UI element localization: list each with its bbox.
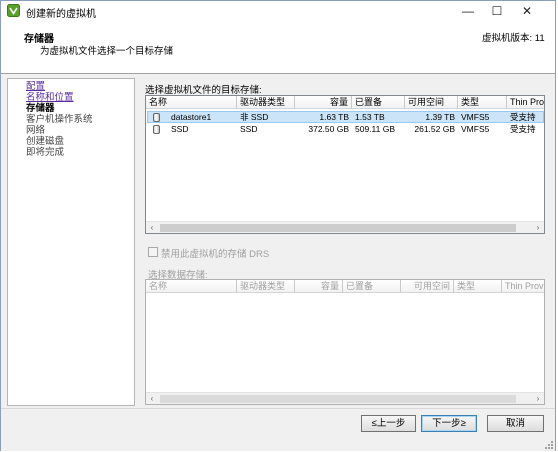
- scroll-left-icon[interactable]: ‹: [146, 222, 158, 233]
- cell-drive-type: 非 SSD: [240, 112, 269, 122]
- vm-version-label: 虚拟机版本: 11: [482, 33, 545, 44]
- vsphere-app-icon: [7, 4, 20, 17]
- datastore-table-hscrollbar[interactable]: ‹ ›: [146, 392, 544, 404]
- cell-type: VMFS5: [461, 124, 490, 134]
- close-icon[interactable]: ✕: [514, 3, 540, 19]
- maximize-icon[interactable]: ☐: [484, 3, 510, 19]
- cell-provisioned: 1.53 TB: [355, 112, 385, 122]
- window-title: 创建新的虚拟机: [26, 9, 96, 20]
- page-subtitle: 为虚拟机文件选择一个目标存储: [40, 46, 174, 57]
- cell-name[interactable]: SSD: [168, 123, 237, 135]
- cell-name: datastore1: [171, 112, 212, 122]
- scroll-right-icon[interactable]: ›: [532, 393, 544, 404]
- col-header-drive-type: 驱动器类型: [237, 280, 295, 293]
- scroll-left-icon[interactable]: ‹: [146, 393, 158, 404]
- storage-table: 名称 驱动器类型 容量 已置备 可用空间 类型 Thin Provi datas…: [145, 95, 545, 234]
- nav-step-create-disk: 创建磁盘: [26, 136, 65, 147]
- col-header-provisioned[interactable]: 已置备: [352, 96, 405, 109]
- datastore-icon: [153, 113, 160, 122]
- disable-drs-label: 禁用此虚拟机的存储 DRS: [161, 249, 270, 260]
- cancel-button[interactable]: 取消: [487, 415, 544, 432]
- storage-section-label: 选择虚拟机文件的目标存储:: [145, 85, 262, 96]
- nav-step-network: 网络: [26, 125, 46, 136]
- nav-step-configuration[interactable]: 配置: [26, 81, 45, 92]
- back-button[interactable]: ≤上一步: [361, 415, 416, 432]
- col-header-name: 名称: [146, 280, 237, 293]
- datastore-select-table: 名称 驱动器类型 容量 已置备 可用空间 类型 Thin Provi ‹ ›: [145, 279, 545, 405]
- col-header-capacity[interactable]: 容量: [295, 96, 352, 109]
- col-header-free-space[interactable]: 可用空间: [405, 96, 458, 109]
- minimize-icon[interactable]: —: [455, 3, 481, 19]
- cell-thin-provisioning: 受支持: [510, 124, 536, 134]
- cell-capacity: 1.63 TB: [319, 112, 349, 122]
- scroll-thumb[interactable]: [160, 395, 516, 403]
- nav-step-ready: 即将完成: [26, 147, 65, 158]
- col-header-provisioned: 已置备: [343, 280, 401, 293]
- scroll-right-icon[interactable]: ›: [532, 222, 544, 233]
- col-header-drive-type[interactable]: 驱动器类型: [237, 96, 295, 109]
- nav-step-guest-os: 客户机操作系统: [26, 114, 93, 125]
- cell-capacity: 372.50 GB: [308, 124, 349, 134]
- wizard-steps-panel: 配置 名称和位置 存储器 客户机操作系统 网络 创建磁盘 即将完成: [7, 78, 135, 406]
- cell-thin-provisioning: 受支持: [510, 112, 536, 122]
- nav-step-name-location[interactable]: 名称和位置: [26, 92, 74, 103]
- col-header-name[interactable]: 名称: [146, 96, 237, 109]
- col-header-thin-provisioning: Thin Provi: [502, 280, 544, 293]
- storage-table-hscrollbar[interactable]: ‹ ›: [146, 221, 544, 233]
- col-header-type: 类型: [454, 280, 502, 293]
- col-header-free-space: 可用空间: [401, 280, 454, 293]
- disable-drs-checkbox[interactable]: [148, 247, 158, 257]
- col-header-type[interactable]: 类型: [458, 96, 507, 109]
- nav-step-storage: 存储器: [26, 103, 55, 114]
- cell-free-space: 1.39 TB: [425, 112, 455, 122]
- scroll-thumb[interactable]: [160, 224, 516, 232]
- datastore-icon: [153, 125, 160, 134]
- cell-type: VMFS5: [461, 112, 490, 122]
- cell-provisioned: 509.11 GB: [355, 124, 396, 134]
- resize-grip-icon[interactable]: [542, 438, 554, 450]
- cell-free-space: 261.52 GB: [414, 124, 455, 134]
- next-button[interactable]: 下一步≥: [421, 415, 477, 432]
- cell-drive-type: SSD: [240, 124, 258, 134]
- col-header-capacity: 容量: [295, 280, 343, 293]
- col-header-thin-provisioning[interactable]: Thin Provi: [507, 96, 544, 109]
